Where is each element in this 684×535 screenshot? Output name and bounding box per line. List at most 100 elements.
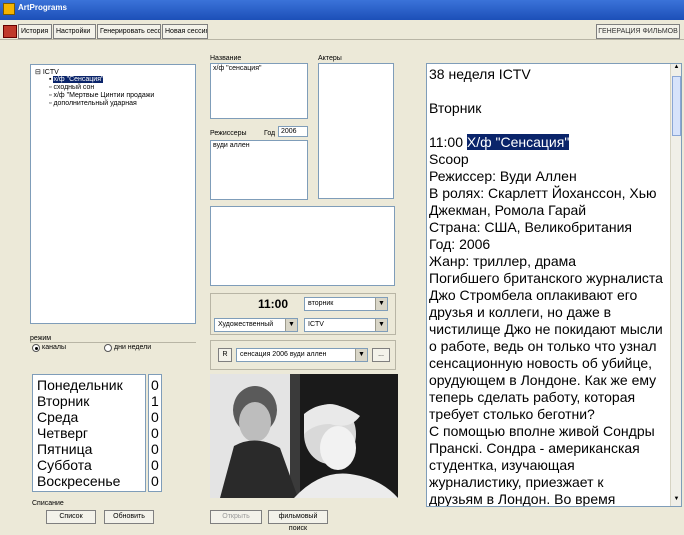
history-button[interactable]: История [18, 24, 52, 39]
day-item[interactable]: Четверг [37, 425, 88, 442]
description-line: журналистику, приезжает к [429, 474, 604, 490]
new-session-button[interactable]: Новая сессия [162, 24, 208, 39]
description-scrollbar[interactable]: ▲ ▼ [670, 64, 681, 506]
directors-label: Режиссеры [210, 130, 247, 137]
description-line: о работе, ведь он только что узнал [429, 338, 657, 354]
title-value: х/ф "сенсация" [213, 65, 262, 72]
description-line: орудующем в Лондоне. Как же ему [429, 372, 657, 388]
app-icon [3, 3, 15, 15]
tree-item[interactable]: ▫ сходный сон [49, 84, 94, 91]
day-item[interactable]: Среда [37, 409, 78, 426]
description-line: друзьям в Лондон. Во время [429, 491, 616, 507]
flag-icon[interactable] [3, 25, 17, 38]
title-label: Название [210, 55, 242, 62]
more-button[interactable]: ... [372, 348, 390, 362]
settings-button[interactable]: Настройки [53, 24, 96, 39]
day-item[interactable]: Суббота [37, 457, 92, 474]
tree-item[interactable]: ▪ х/ф "Сенсация" [49, 76, 104, 83]
description-line: Вторник [429, 100, 482, 116]
day-count: 0 [151, 473, 159, 489]
description-line: 38 неделя ICTV [429, 66, 531, 82]
day-count: 0 [151, 377, 159, 393]
channel-tree[interactable]: ⊟ ICTV ▪ х/ф "Сенсация" ▫ сходный сон ▫ … [30, 64, 196, 324]
mode-days-label: дни недели [114, 344, 152, 351]
directors-value: вуди аллен [213, 142, 250, 149]
tree-root[interactable]: ⊟ ICTV [35, 68, 59, 76]
description-line: Страна: США, Великобритания [429, 219, 632, 235]
days-count-list: 0 1 0 0 0 0 0 [148, 374, 162, 492]
day-item[interactable]: Пятница [37, 441, 92, 458]
tree-item-label: х/ф "Мертвые Цинтии продажи [53, 92, 155, 99]
description-line: Джекман, Ромола Гарай [429, 202, 587, 218]
film-poster-image [210, 374, 398, 498]
generate-films-button[interactable]: ГЕНЕРАЦИЯ ФИЛЬМОВ [596, 24, 680, 39]
film-select-value: сенсация 2006 вуди аллен [240, 351, 327, 358]
list-section-label: Списание [32, 500, 64, 507]
description-line: сенсационную новость об убийце, [429, 355, 653, 371]
title-bar: ArtPrograms [0, 0, 684, 20]
scroll-thumb[interactable] [672, 76, 681, 136]
directors-field[interactable]: вуди аллен [210, 140, 308, 200]
day-item[interactable]: Понедельник [37, 377, 123, 394]
description-line: 11:00 Х/ф "Сенсация" [429, 134, 570, 150]
description-line [429, 117, 669, 134]
title-field[interactable]: х/ф "сенсация" [210, 63, 308, 119]
film-poster-image [210, 374, 398, 498]
description-line: Режиссер: Вуди Аллен [429, 168, 577, 184]
genre-select[interactable]: Художественный ▼ [214, 318, 298, 332]
channel-select[interactable]: ICTV ▼ [304, 318, 388, 332]
day-select-value: вторник [308, 300, 334, 307]
description-line: С помощью вполне живой Сондры [429, 423, 655, 439]
description-line: теперь сделать работу, которая [429, 389, 636, 405]
year-label: Год [264, 130, 276, 137]
r-button[interactable]: R [218, 348, 232, 362]
year-field[interactable]: 2006 [278, 126, 308, 137]
tree-item-label: сходный сон [53, 84, 95, 91]
day-select[interactable]: вторник ▼ [304, 297, 388, 311]
day-count: 0 [151, 441, 159, 457]
mode-channels-label: каналы [42, 344, 66, 351]
scroll-down-icon[interactable]: ▼ [672, 496, 681, 506]
description-line: Джо Стромбела оплакивают его [429, 287, 638, 303]
list-button[interactable]: Список [46, 510, 96, 524]
time-display: 11:00 [258, 297, 289, 311]
film-search-button[interactable]: фильмовый поиск [268, 510, 328, 532]
description-line: требует столько беготни? [429, 406, 595, 422]
generate-sessions-button[interactable]: Генерировать сессии [97, 24, 161, 39]
description-line: Погибшего британского журналиста [429, 270, 663, 286]
tree-item-label: дополнительный ударная [53, 100, 137, 107]
mode-label: режим [30, 335, 52, 342]
day-count: 0 [151, 409, 159, 425]
description-line: Жанр: триллер, драма [429, 253, 577, 269]
film-select[interactable]: сенсация 2006 вуди аллен ▼ [236, 348, 368, 362]
description-line: Год: 2006 [429, 236, 491, 252]
day-item[interactable]: Вторник [37, 393, 89, 410]
actors-field[interactable] [318, 63, 394, 199]
description-line: В ролях: Скарлетт Йоханссон, Хью [429, 185, 657, 201]
chevron-down-icon: ▼ [375, 298, 387, 310]
day-count: 0 [151, 457, 159, 473]
description-line: друзья и коллеги, но даже в [429, 304, 612, 320]
open-button[interactable]: Открыть [210, 510, 262, 524]
chevron-down-icon: ▼ [355, 349, 367, 361]
mode-channels-radio[interactable] [32, 344, 40, 352]
chevron-down-icon: ▼ [375, 319, 387, 331]
scroll-up-icon[interactable]: ▲ [672, 64, 681, 74]
notes-field[interactable] [210, 206, 395, 286]
window-title: ArtPrograms [18, 3, 67, 12]
year-value: 2006 [281, 128, 297, 135]
day-item[interactable]: Воскресенье [37, 473, 120, 490]
description-line: чистилище Джо не покидают мысли [429, 321, 663, 337]
genre-select-value: Художественный [218, 321, 274, 328]
refresh-button[interactable]: Обновить [104, 510, 154, 524]
days-list[interactable]: Понедельник Вторник Среда Четверг Пятниц… [32, 374, 146, 492]
mode-days-radio[interactable] [104, 344, 112, 352]
tree-item[interactable]: ▫ х/ф "Мертвые Цинтии продажи [49, 92, 154, 99]
description-panel[interactable]: 38 неделя ICTV Вторник 11:00 Х/ф "Сенсац… [426, 63, 682, 507]
tree-item[interactable]: ▫ дополнительный ударная [49, 100, 137, 107]
description-line: студентка, изучающая [429, 457, 575, 473]
day-count: 0 [151, 425, 159, 441]
tree-root-label: ICTV [42, 69, 59, 76]
actors-label: Актеры [318, 55, 342, 62]
chevron-down-icon: ▼ [285, 319, 297, 331]
